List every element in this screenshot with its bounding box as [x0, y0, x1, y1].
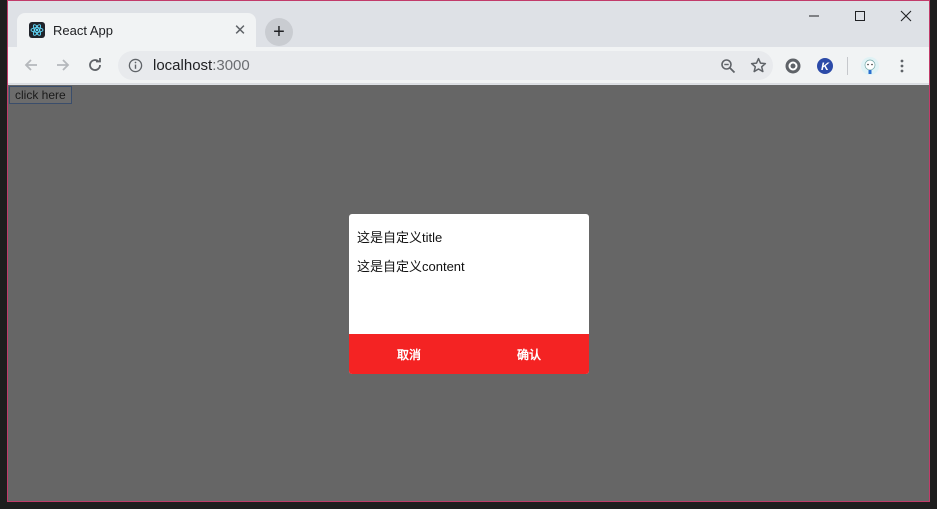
omnibox-actions — [720, 51, 767, 80]
page-content: click here 这是自定义title 这是自定义content 取消 确认 — [8, 85, 929, 501]
modal-footer: 取消 确认 — [349, 334, 589, 374]
react-favicon-icon — [29, 22, 45, 38]
toolbar-divider — [847, 56, 848, 75]
back-arrow-icon — [24, 59, 37, 71]
extensions-area: K — [783, 51, 912, 80]
profile-avatar-icon[interactable] — [860, 56, 880, 76]
info-icon[interactable] — [128, 58, 143, 73]
modal-content: 这是自定义content — [357, 259, 465, 274]
reload-button[interactable] — [79, 49, 111, 81]
address-bar[interactable]: localhost:3000 — [118, 51, 773, 80]
extension-icon[interactable] — [783, 56, 803, 76]
browser-toolbar: localhost:3000 K — [8, 47, 929, 84]
maximize-button[interactable] — [837, 1, 883, 31]
window-controls — [791, 1, 929, 31]
tab-bar: React App ✕ + — [8, 1, 929, 47]
tab-close-icon[interactable]: ✕ — [230, 20, 250, 40]
forward-button[interactable] — [47, 49, 79, 81]
url-host: localhost — [153, 57, 213, 74]
url-text: localhost:3000 — [153, 57, 250, 74]
back-button[interactable] — [15, 49, 47, 81]
menu-dots-icon[interactable] — [892, 56, 912, 76]
modal-title: 这是自定义title — [357, 230, 443, 245]
url-port: :3000 — [212, 57, 250, 74]
click-here-button[interactable]: click here — [9, 86, 72, 104]
close-window-button[interactable] — [883, 1, 929, 31]
zoom-icon[interactable] — [720, 58, 736, 74]
modal-dialog: 这是自定义title 这是自定义content 取消 确认 — [349, 214, 589, 374]
minimize-button[interactable] — [791, 1, 837, 31]
confirm-button[interactable]: 确认 — [469, 334, 589, 374]
forward-arrow-icon — [57, 59, 70, 71]
browser-window: React App ✕ + localhost:3000 K click her… — [7, 0, 930, 502]
cancel-button[interactable]: 取消 — [349, 334, 469, 374]
tab-title: React App — [53, 22, 113, 38]
star-icon[interactable] — [750, 57, 767, 74]
reload-icon — [89, 58, 101, 71]
tab-react-app[interactable]: React App ✕ — [17, 13, 256, 47]
k-extension-icon[interactable]: K — [815, 56, 835, 76]
svg-text:K: K — [821, 61, 830, 73]
new-tab-button[interactable]: + — [265, 18, 293, 46]
